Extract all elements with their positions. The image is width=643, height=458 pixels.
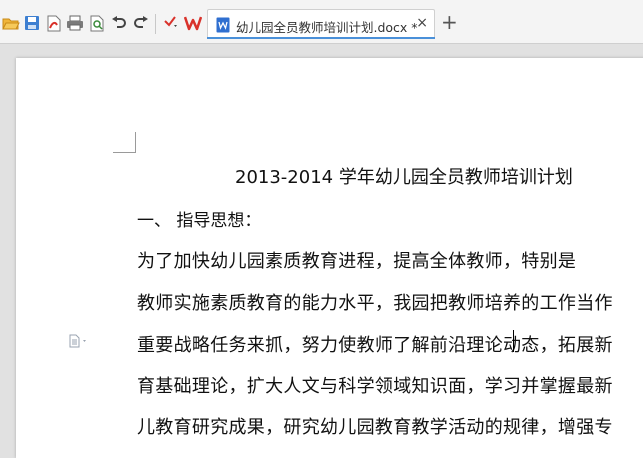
body-line[interactable]: 教师实施素质教育的能力水平，我园把教师培养的工作当作 <box>137 289 613 315</box>
tab-title: 幼儿园全员教师培训计划.docx * <box>236 20 418 35</box>
toolbar-divider <box>155 14 156 34</box>
margin-corner-mark <box>113 152 135 153</box>
close-tab-icon[interactable]: × <box>416 15 428 31</box>
export-pdf-icon[interactable] <box>45 14 63 32</box>
customize-dropdown-icon[interactable] <box>162 14 180 32</box>
section-heading[interactable]: 一、 指导思想： <box>137 206 261 231</box>
body-line[interactable]: 重要战略任务来抓，努力使教师了解前沿理论动态，拓展新 <box>137 331 613 357</box>
paragraph-handle-icon[interactable] <box>68 333 90 348</box>
body-line[interactable]: 儿教育研究成果，研究幼儿园教育教学活动的规律，增强专 <box>137 413 613 439</box>
document-title[interactable]: 2013-2014 学年幼儿园全员教师培训计划 <box>235 163 573 189</box>
redo-icon[interactable] <box>132 14 150 32</box>
active-tab-indicator <box>207 37 435 39</box>
margin-corner-mark <box>135 132 136 153</box>
document-tab[interactable]: 幼儿园全员教师培训计划.docx * × <box>207 9 435 39</box>
text-cursor <box>513 330 514 352</box>
undo-icon[interactable] <box>110 14 128 32</box>
print-icon[interactable] <box>66 14 84 32</box>
new-tab-button[interactable]: + <box>441 12 458 32</box>
open-folder-icon[interactable] <box>2 14 20 32</box>
print-preview-icon[interactable] <box>88 14 106 32</box>
body-line[interactable]: 为了加快幼儿园素质教育进程，提高全体教师，特别是 <box>137 247 576 273</box>
save-icon[interactable] <box>23 14 41 32</box>
wps-logo-icon[interactable] <box>184 14 202 32</box>
body-line[interactable]: 育基础理论，扩大人文与科学领域知识面，学习并掌握最新 <box>137 372 613 398</box>
word-document-icon <box>216 17 230 37</box>
